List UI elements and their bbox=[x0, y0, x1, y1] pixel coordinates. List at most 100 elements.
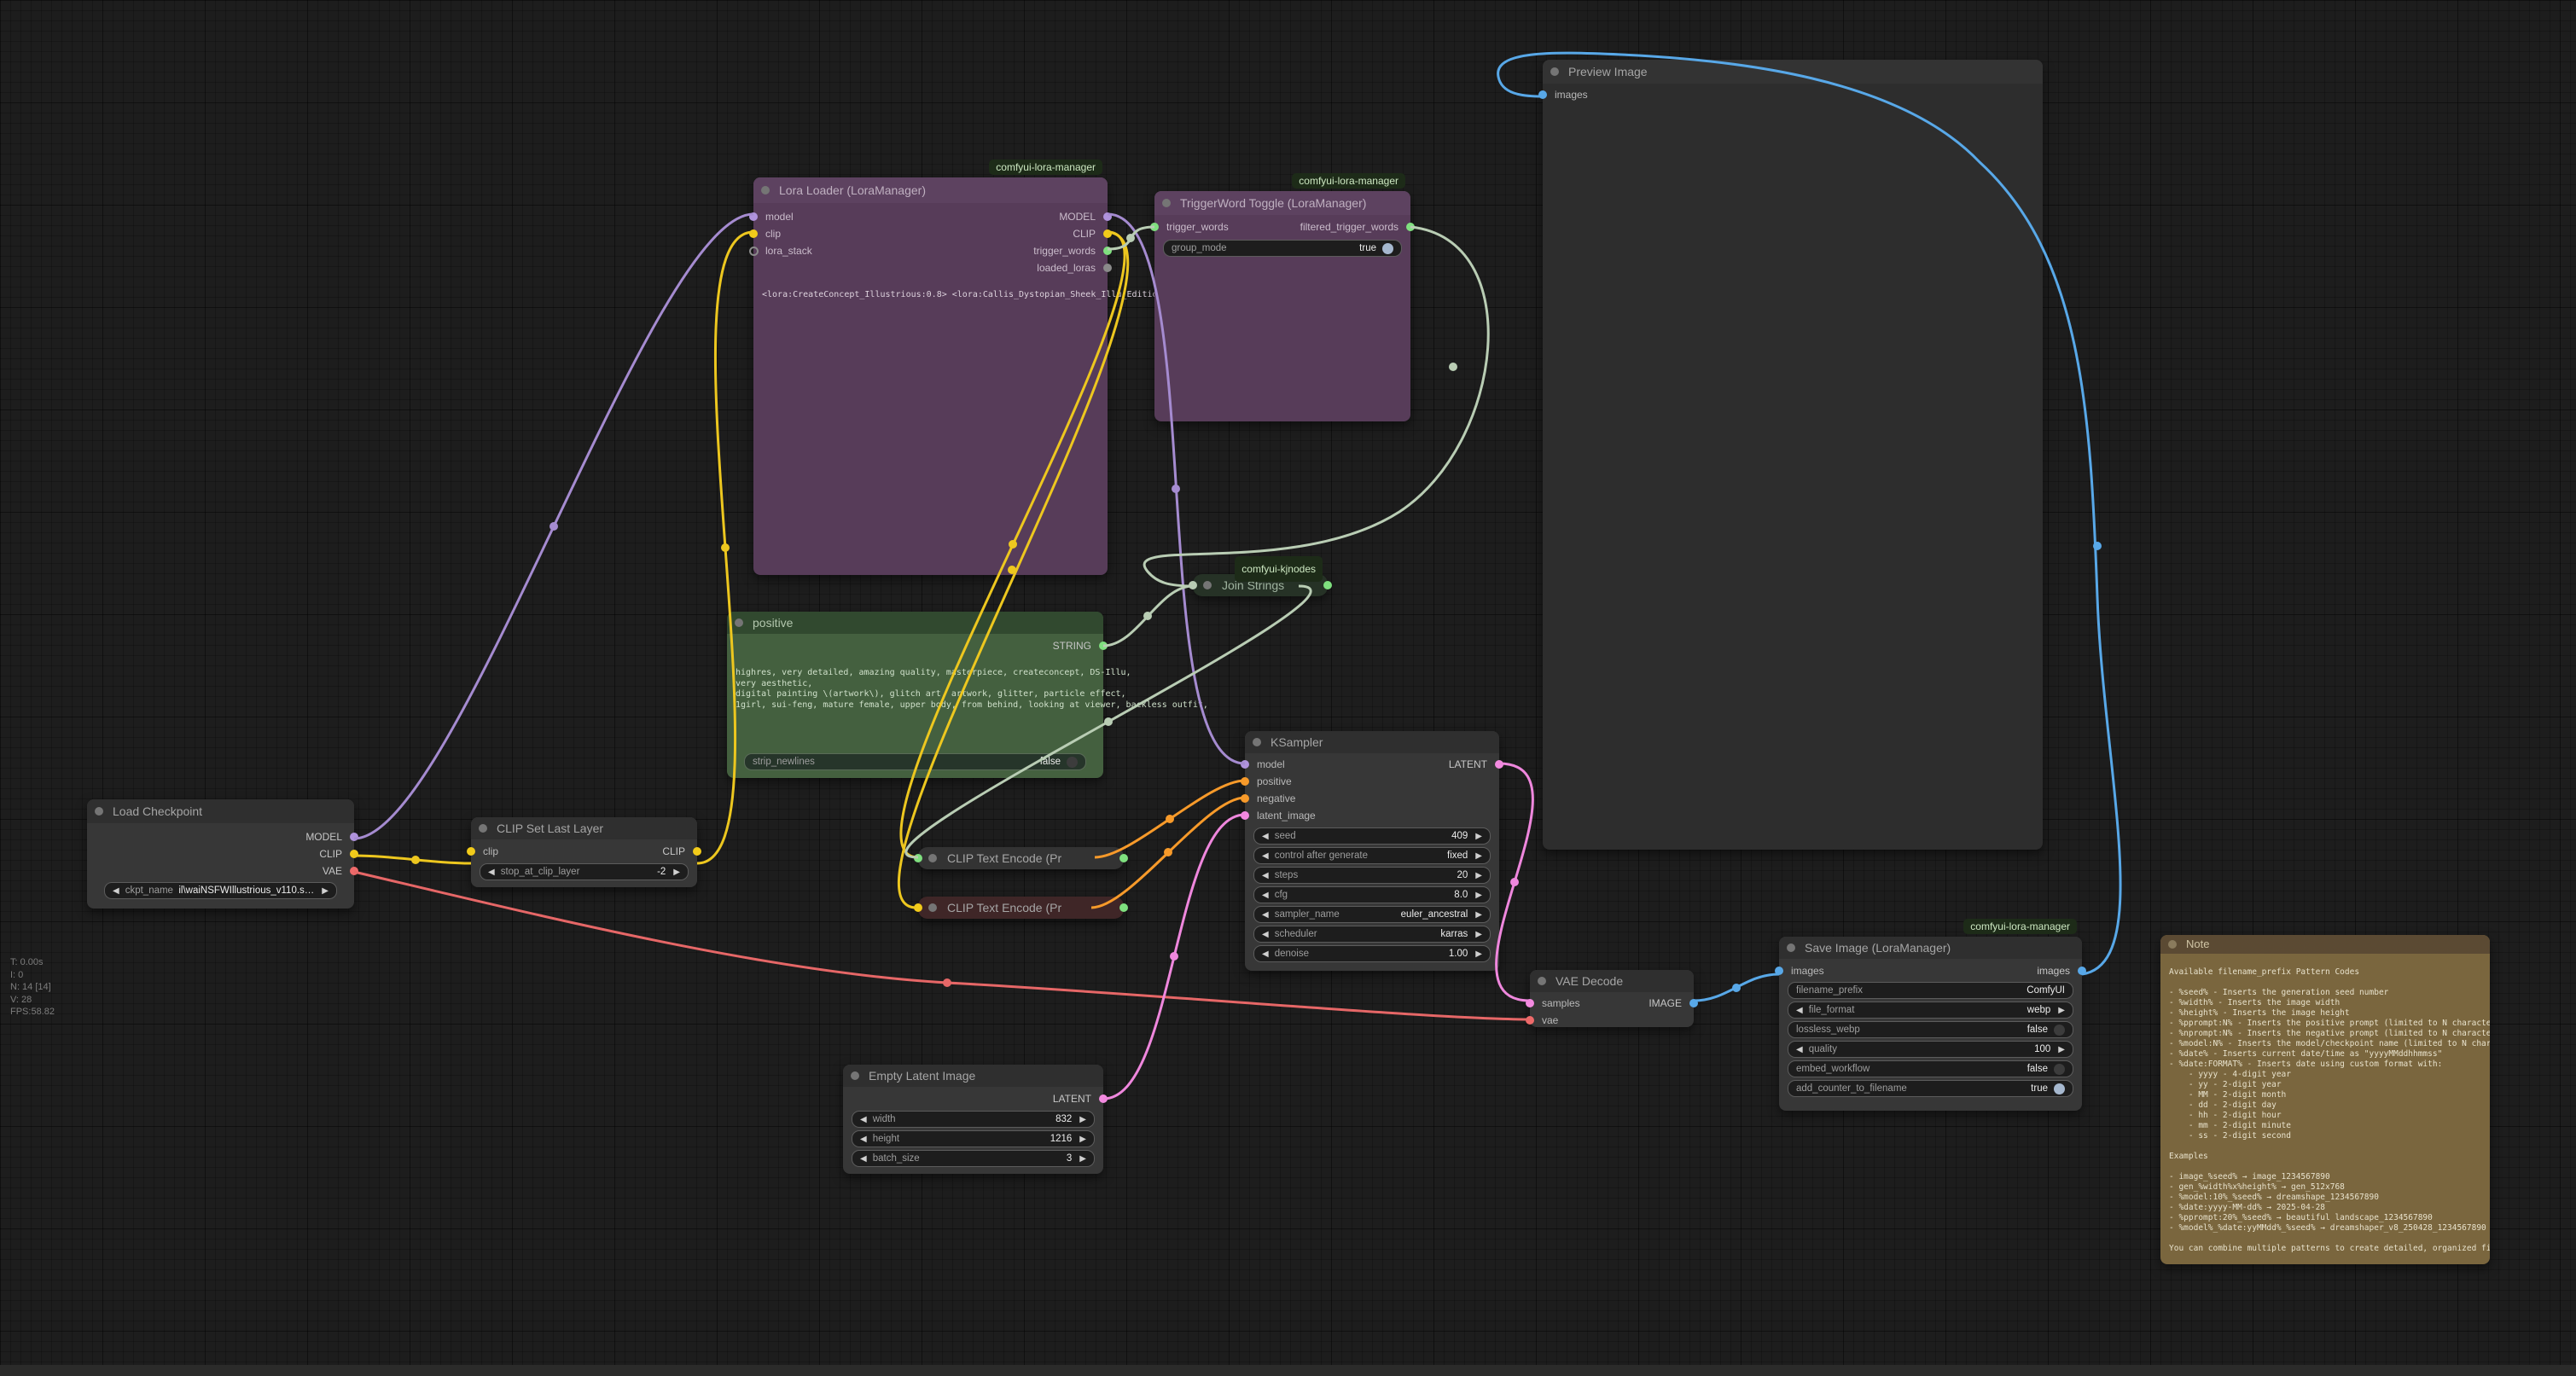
node-empty-latent-image[interactable]: Empty Latent Image LATENT ◀width832▶ ◀he… bbox=[843, 1065, 1103, 1174]
left-arrow-icon[interactable]: ◀ bbox=[488, 868, 495, 877]
filename-prefix-widget[interactable]: filename_prefixComfyUI bbox=[1788, 982, 2073, 999]
right-arrow-icon[interactable]: ▶ bbox=[2058, 1045, 2065, 1054]
right-arrow-icon[interactable]: ▶ bbox=[1475, 891, 1482, 900]
right-arrow-icon[interactable]: ▶ bbox=[1475, 851, 1482, 861]
node-title-bar[interactable]: Note bbox=[2160, 935, 2490, 954]
node-clip-text-encode-positive[interactable]: CLIP Text Encode (Pr bbox=[918, 847, 1124, 869]
note-text[interactable]: Available filename_prefix Pattern Codes … bbox=[2169, 967, 2490, 1257]
input-port-trigger-words[interactable] bbox=[1150, 223, 1159, 231]
node-title-bar[interactable]: positive bbox=[727, 612, 1103, 634]
scheduler-widget[interactable]: ◀schedulerkarras▶ bbox=[1253, 926, 1491, 943]
node-title-bar[interactable]: Load Checkpoint bbox=[87, 799, 354, 823]
node-clip-set-last-layer[interactable]: CLIP Set Last Layer clip CLIP ◀ stop_at_… bbox=[471, 817, 697, 887]
denoise-widget[interactable]: ◀denoise1.00▶ bbox=[1253, 945, 1491, 962]
left-arrow-icon[interactable]: ◀ bbox=[1796, 1045, 1803, 1054]
input-port-clip[interactable] bbox=[467, 847, 475, 856]
node-preview-image[interactable]: Preview Image images bbox=[1543, 60, 2043, 850]
collapse-icon[interactable] bbox=[928, 854, 937, 862]
seed-widget[interactable]: ◀seed409▶ bbox=[1253, 827, 1491, 845]
right-arrow-icon[interactable]: ▶ bbox=[1079, 1115, 1086, 1124]
collapse-icon[interactable] bbox=[761, 186, 770, 194]
right-arrow-icon[interactable]: ▶ bbox=[1079, 1135, 1086, 1144]
ckpt-name-widget[interactable]: ◀ ckpt_name il\waiNSFWIllustrious_v110.s… bbox=[104, 882, 337, 899]
right-arrow-icon[interactable]: ▶ bbox=[1475, 949, 1482, 959]
toggle-on-icon[interactable] bbox=[1382, 243, 1393, 254]
toggle-on-icon[interactable] bbox=[2054, 1083, 2065, 1094]
right-arrow-icon[interactable]: ▶ bbox=[1079, 1154, 1086, 1164]
control-after-generate-widget[interactable]: ◀control after generatefixed▶ bbox=[1253, 847, 1491, 864]
input-port[interactable] bbox=[914, 854, 922, 862]
node-title-bar[interactable]: Lora Loader (LoraManager) bbox=[753, 177, 1108, 203]
collapse-icon[interactable] bbox=[2168, 940, 2177, 949]
output-port-model[interactable] bbox=[350, 833, 358, 841]
left-arrow-icon[interactable]: ◀ bbox=[1796, 1006, 1803, 1015]
left-arrow-icon[interactable]: ◀ bbox=[1262, 871, 1269, 880]
input-port-clip[interactable] bbox=[749, 229, 758, 238]
input-port[interactable] bbox=[914, 903, 922, 912]
output-port-image[interactable] bbox=[1689, 999, 1698, 1007]
collapse-icon[interactable] bbox=[1253, 738, 1261, 746]
sampler-name-widget[interactable]: ◀sampler_nameeuler_ancestral▶ bbox=[1253, 906, 1491, 923]
input-port-images[interactable] bbox=[1775, 967, 1783, 975]
node-triggerword-toggle[interactable]: comfyui-lora-manager TriggerWord Toggle … bbox=[1154, 191, 1410, 421]
node-save-image[interactable]: comfyui-lora-manager Save Image (LoraMan… bbox=[1779, 937, 2082, 1111]
output-port-model[interactable] bbox=[1103, 212, 1112, 221]
node-positive-prompt[interactable]: positive STRING highres, very detailed, … bbox=[727, 612, 1103, 778]
output-port-clip[interactable] bbox=[693, 847, 701, 856]
output-port-latent[interactable] bbox=[1099, 1094, 1108, 1103]
left-arrow-icon[interactable]: ◀ bbox=[860, 1135, 867, 1144]
node-title-bar[interactable]: TriggerWord Toggle (LoraManager) bbox=[1154, 191, 1410, 215]
left-arrow-icon[interactable]: ◀ bbox=[1262, 851, 1269, 861]
collapse-icon[interactable] bbox=[1162, 199, 1171, 207]
node-vae-decode[interactable]: VAE Decode samples IMAGE vae bbox=[1530, 970, 1694, 1027]
input-port-images[interactable] bbox=[1538, 90, 1547, 99]
node-title-bar[interactable]: Save Image (LoraManager) bbox=[1779, 937, 2082, 959]
left-arrow-icon[interactable]: ◀ bbox=[860, 1154, 867, 1164]
collapse-icon[interactable] bbox=[735, 618, 743, 627]
node-join-strings[interactable]: comfyui-kjnodes Join Strings bbox=[1193, 574, 1328, 596]
collapse-icon[interactable] bbox=[928, 903, 937, 912]
node-title-bar[interactable]: Preview Image bbox=[1543, 60, 2043, 84]
output-port-filtered-trigger-words[interactable] bbox=[1406, 223, 1415, 231]
lora-text-widget[interactable]: <lora:CreateConcept_Illustrious:0.8> <lo… bbox=[762, 290, 1108, 301]
output-port-loaded-loras[interactable] bbox=[1103, 264, 1112, 272]
left-arrow-icon[interactable]: ◀ bbox=[1262, 891, 1269, 900]
node-ksampler[interactable]: KSampler model LATENT positive negative … bbox=[1245, 731, 1499, 971]
output-port-trigger-words[interactable] bbox=[1103, 247, 1112, 255]
toggle-off-icon[interactable] bbox=[2054, 1064, 2065, 1075]
right-arrow-icon[interactable]: ▶ bbox=[1475, 871, 1482, 880]
input-port-lora-stack[interactable] bbox=[749, 247, 759, 256]
node-title-bar[interactable]: CLIP Set Last Layer bbox=[471, 817, 697, 839]
input-port-vae[interactable] bbox=[1526, 1016, 1534, 1025]
cfg-widget[interactable]: ◀cfg8.0▶ bbox=[1253, 886, 1491, 903]
output-port-clip[interactable] bbox=[1103, 229, 1112, 238]
collapse-icon[interactable] bbox=[1538, 977, 1546, 985]
node-title-bar[interactable]: Empty Latent Image bbox=[843, 1065, 1103, 1087]
steps-widget[interactable]: ◀steps20▶ bbox=[1253, 867, 1491, 884]
output-port-vae[interactable] bbox=[350, 867, 358, 875]
collapse-icon[interactable] bbox=[1203, 581, 1212, 589]
right-arrow-icon[interactable]: ▶ bbox=[1475, 832, 1482, 841]
collapse-icon[interactable] bbox=[1787, 943, 1795, 952]
output-port-string[interactable] bbox=[1099, 642, 1108, 650]
collapse-icon[interactable] bbox=[479, 824, 487, 833]
node-note[interactable]: Note Available filename_prefix Pattern C… bbox=[2160, 935, 2490, 1264]
collapse-icon[interactable] bbox=[1550, 67, 1559, 76]
node-load-checkpoint[interactable]: Load Checkpoint MODEL CLIP VAE ◀ ckpt_na… bbox=[87, 799, 354, 909]
group-mode-toggle[interactable]: group_mode true bbox=[1163, 240, 1402, 257]
left-arrow-icon[interactable]: ◀ bbox=[1262, 832, 1269, 841]
output-port-clip[interactable] bbox=[350, 850, 358, 858]
input-port-model[interactable] bbox=[749, 212, 758, 221]
batch-size-widget[interactable]: ◀batch_size3▶ bbox=[852, 1150, 1095, 1167]
left-arrow-icon[interactable]: ◀ bbox=[1262, 910, 1269, 920]
node-title-bar[interactable]: KSampler bbox=[1245, 731, 1499, 753]
prompt-text-widget[interactable]: highres, very detailed, amazing quality,… bbox=[736, 668, 1103, 711]
left-arrow-icon[interactable]: ◀ bbox=[860, 1115, 867, 1124]
strip-newlines-toggle[interactable]: strip_newlines false bbox=[744, 753, 1086, 770]
left-arrow-icon[interactable]: ◀ bbox=[113, 886, 119, 896]
comfyui-canvas[interactable]: Preview Image images Load Checkpoint MOD… bbox=[0, 0, 2576, 1376]
left-arrow-icon[interactable]: ◀ bbox=[1262, 949, 1269, 959]
embed-workflow-toggle[interactable]: embed_workflowfalse bbox=[1788, 1060, 2073, 1077]
right-arrow-icon[interactable]: ▶ bbox=[1475, 910, 1482, 920]
quality-widget[interactable]: ◀quality100▶ bbox=[1788, 1041, 2073, 1058]
